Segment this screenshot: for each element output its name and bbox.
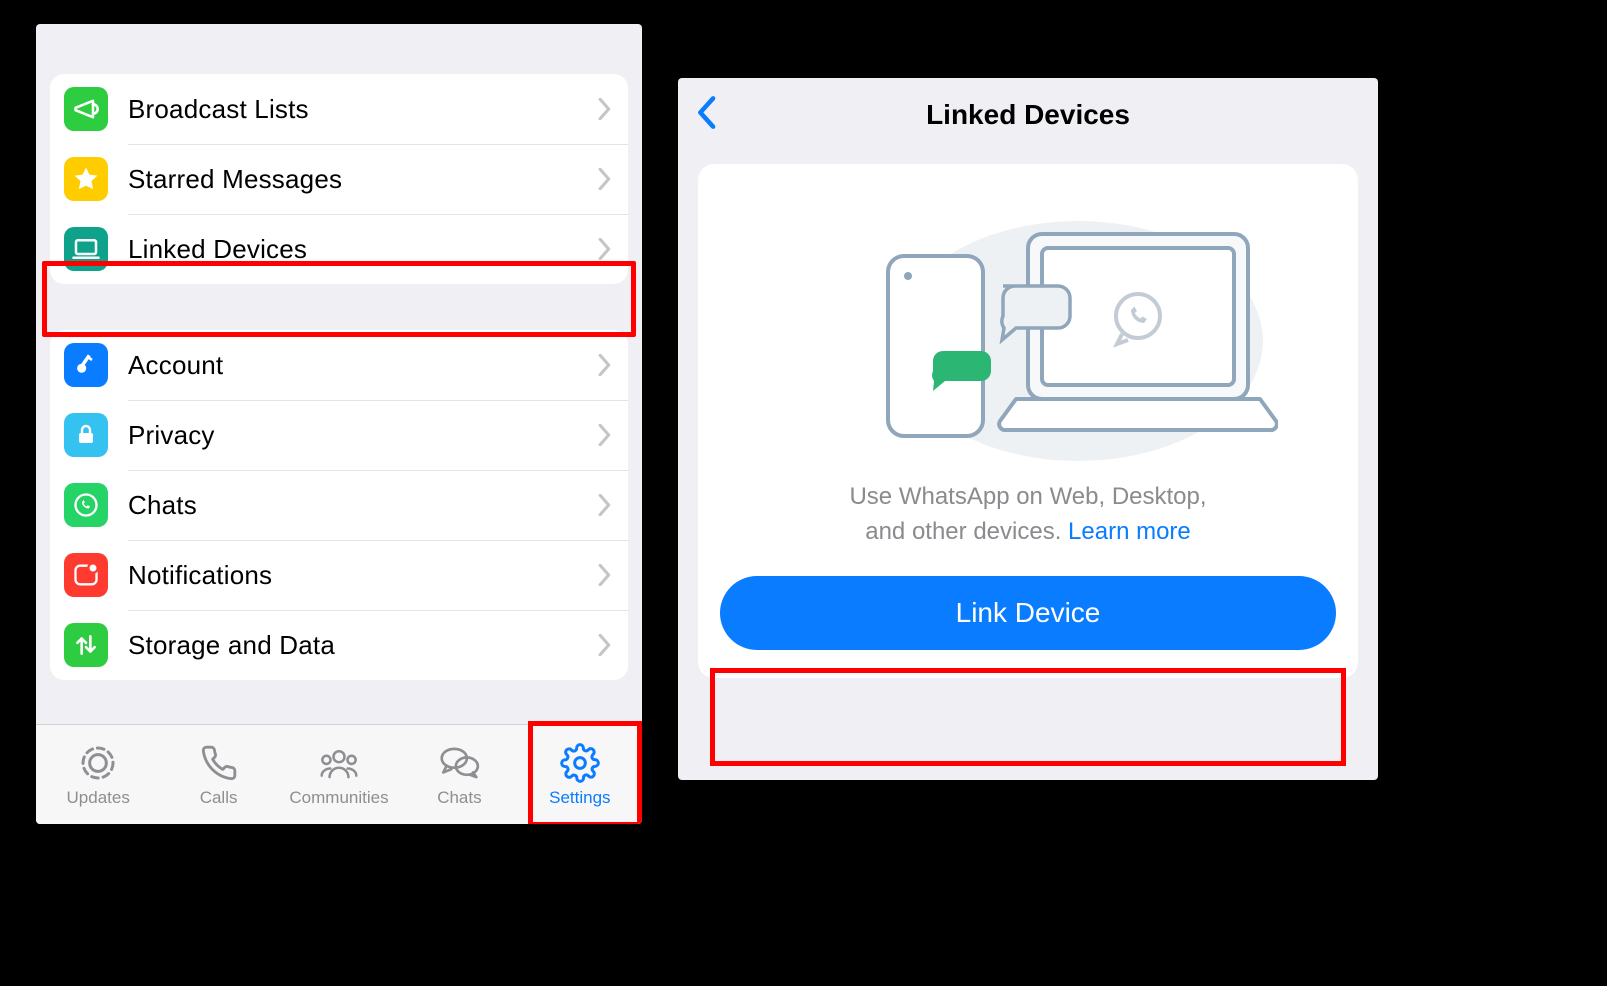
lock-icon bbox=[64, 413, 108, 457]
tab-calls[interactable]: Calls bbox=[158, 742, 278, 808]
row-label: Linked Devices bbox=[128, 234, 598, 265]
phone-icon bbox=[200, 742, 238, 784]
row-label: Account bbox=[128, 350, 598, 381]
back-button[interactable] bbox=[694, 96, 718, 135]
tab-bar: Updates Calls Communities bbox=[36, 724, 642, 824]
whatsapp-icon bbox=[64, 483, 108, 527]
chat-bubbles-icon bbox=[437, 742, 481, 784]
chevron-right-icon bbox=[598, 98, 612, 120]
row-label: Starred Messages bbox=[128, 164, 598, 195]
linked-devices-description: Use WhatsApp on Web, Desktop, and other … bbox=[849, 480, 1206, 550]
chevron-right-icon bbox=[598, 168, 612, 190]
tab-label: Communities bbox=[289, 788, 388, 808]
row-linked-devices[interactable]: Linked Devices bbox=[50, 214, 628, 284]
row-starred-messages[interactable]: Starred Messages bbox=[50, 144, 628, 214]
desc-line2: and other devices. bbox=[865, 518, 1068, 545]
chevron-right-icon bbox=[598, 494, 612, 516]
linked-devices-screen: Linked Devices bbox=[678, 78, 1378, 780]
row-label: Notifications bbox=[128, 560, 598, 591]
star-icon bbox=[64, 157, 108, 201]
up-down-arrows-icon bbox=[64, 623, 108, 667]
row-privacy[interactable]: Privacy bbox=[50, 400, 628, 470]
chevron-right-icon bbox=[598, 564, 612, 586]
people-group-icon bbox=[317, 742, 361, 784]
row-chats[interactable]: Chats bbox=[50, 470, 628, 540]
tab-communities[interactable]: Communities bbox=[279, 742, 399, 808]
tab-updates[interactable]: Updates bbox=[38, 742, 158, 808]
tab-label: Updates bbox=[67, 788, 130, 808]
megaphone-icon bbox=[64, 87, 108, 131]
chevron-right-icon bbox=[598, 424, 612, 446]
tab-label: Settings bbox=[549, 788, 610, 808]
chevron-right-icon bbox=[598, 634, 612, 656]
row-account[interactable]: Account bbox=[50, 330, 628, 400]
chevron-right-icon bbox=[598, 354, 612, 376]
desc-line1: Use WhatsApp on Web, Desktop, bbox=[849, 483, 1206, 510]
devices-illustration bbox=[778, 186, 1278, 466]
laptop-icon bbox=[64, 227, 108, 271]
learn-more-link[interactable]: Learn more bbox=[1068, 518, 1191, 545]
link-device-button[interactable]: Link Device bbox=[720, 576, 1336, 650]
tab-settings[interactable]: Settings bbox=[520, 742, 640, 808]
chevron-right-icon bbox=[598, 238, 612, 260]
row-label: Storage and Data bbox=[128, 630, 598, 661]
row-label: Chats bbox=[128, 490, 598, 521]
nav-header: Linked Devices bbox=[678, 78, 1378, 152]
status-ring-icon bbox=[78, 742, 118, 784]
settings-screen: Broadcast Lists Starred Messages bbox=[36, 24, 642, 824]
row-label: Privacy bbox=[128, 420, 598, 451]
notification-badge-icon bbox=[64, 553, 108, 597]
highlight-link-device-button bbox=[710, 668, 1346, 766]
row-notifications[interactable]: Notifications bbox=[50, 540, 628, 610]
key-icon bbox=[64, 343, 108, 387]
row-storage-data[interactable]: Storage and Data bbox=[50, 610, 628, 680]
page-title: Linked Devices bbox=[926, 99, 1130, 131]
settings-group-2: Account Privacy Chats bbox=[50, 330, 628, 680]
row-label: Broadcast Lists bbox=[128, 94, 598, 125]
gear-icon bbox=[560, 742, 600, 784]
row-broadcast-lists[interactable]: Broadcast Lists bbox=[50, 74, 628, 144]
settings-group-1: Broadcast Lists Starred Messages bbox=[50, 74, 628, 284]
linked-devices-card: Use WhatsApp on Web, Desktop, and other … bbox=[698, 164, 1358, 678]
tab-chats[interactable]: Chats bbox=[399, 742, 519, 808]
tab-label: Calls bbox=[200, 788, 238, 808]
tab-label: Chats bbox=[437, 788, 481, 808]
